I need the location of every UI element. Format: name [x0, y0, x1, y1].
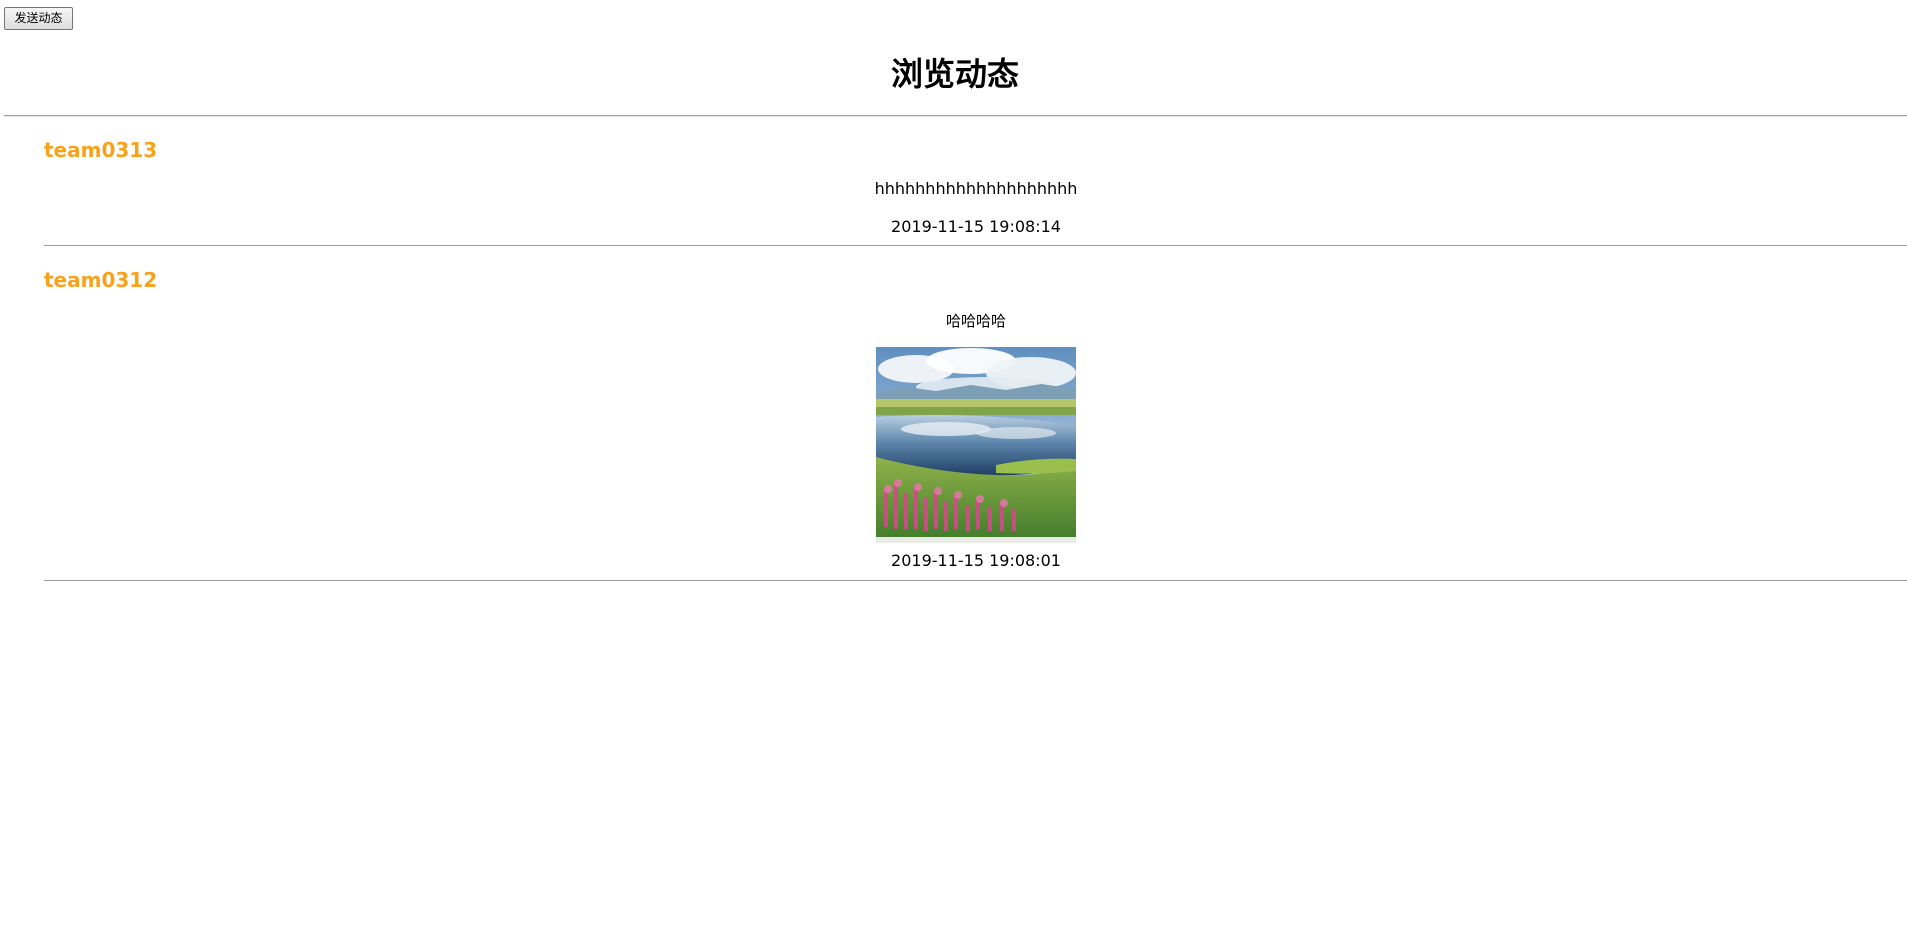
send-post-button[interactable]: 发送动态 [4, 7, 73, 30]
post-item: team0313 hhhhhhhhhhhhhhhhhhhh 2019-11-15… [44, 124, 1907, 246]
post-content: 哈哈哈哈 [945, 312, 1006, 330]
post-author[interactable]: team0313 [44, 136, 157, 164]
header-divider [4, 115, 1907, 117]
post-author[interactable]: team0312 [44, 266, 157, 294]
post-timestamp: 2019-11-15 19:08:01 [891, 551, 1061, 570]
post-content: hhhhhhhhhhhhhhhhhhhh [874, 179, 1078, 198]
page-title: 浏览动态 [890, 55, 1019, 93]
post-image[interactable] [876, 347, 1076, 543]
page: 发送动态 浏览动态 team0313 hhhhhhhhhhhhhhhhhhhh … [0, 0, 1907, 943]
post-timestamp: 2019-11-15 19:08:14 [891, 217, 1061, 236]
post-item: team0312 哈哈哈哈 2019-11-15 19:08:01 [44, 254, 1907, 581]
